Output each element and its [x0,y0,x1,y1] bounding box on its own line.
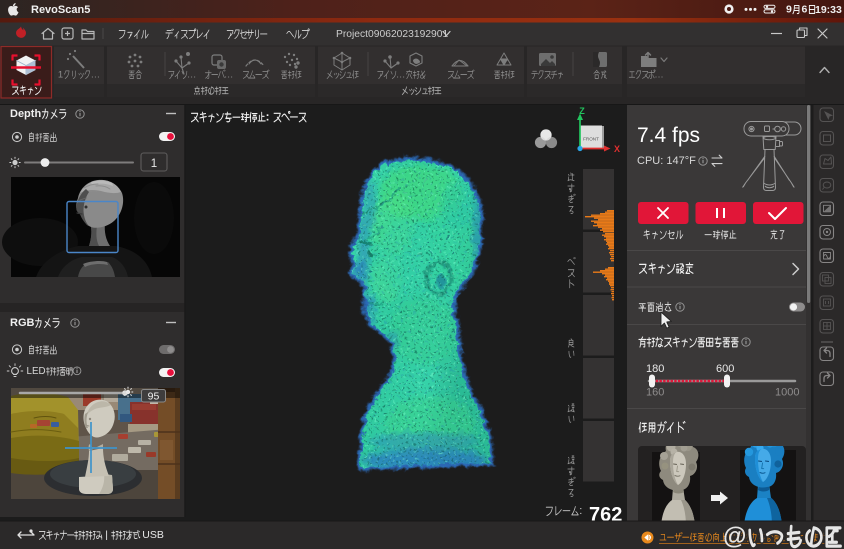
svg-text:…: … [187,69,197,80]
svg-text:…: … [91,69,101,80]
svg-text:LED: LED [27,366,46,377]
svg-text:…: … [224,69,234,80]
svg-text:Z: Z [579,106,585,116]
svg-text:X: X [614,144,620,154]
svg-text:6: 6 [802,3,808,15]
svg-text:…: … [654,69,664,80]
svg-text:USB: USB [139,529,164,541]
svg-text:…: … [396,69,406,80]
svg-text:19:33: 19:33 [815,4,842,16]
svg-text:CPU: 147°F: CPU: 147°F [637,155,696,167]
svg-text::: : [266,111,273,123]
svg-text:160: 160 [646,387,664,399]
svg-text:1: 1 [151,158,157,170]
svg-text:|: | [102,529,111,541]
svg-text:Depth: Depth [10,108,41,120]
svg-text:RevoScan5: RevoScan5 [31,4,90,16]
svg-text:1: 1 [58,69,63,80]
svg-text:7.4 fps: 7.4 fps [637,124,700,147]
svg-text:@: @ [723,523,746,549]
svg-text:Project09062023192901: Project09062023192901 [336,29,448,40]
svg-text:95: 95 [148,391,160,403]
svg-text:FRONT: FRONT [583,137,599,142]
svg-text:180: 180 [646,363,664,375]
svg-text:RGB: RGB [10,317,35,329]
svg-text:600: 600 [716,363,734,375]
svg-text::: : [579,505,582,517]
svg-text:9: 9 [786,3,792,15]
svg-text:1000: 1000 [775,387,799,399]
